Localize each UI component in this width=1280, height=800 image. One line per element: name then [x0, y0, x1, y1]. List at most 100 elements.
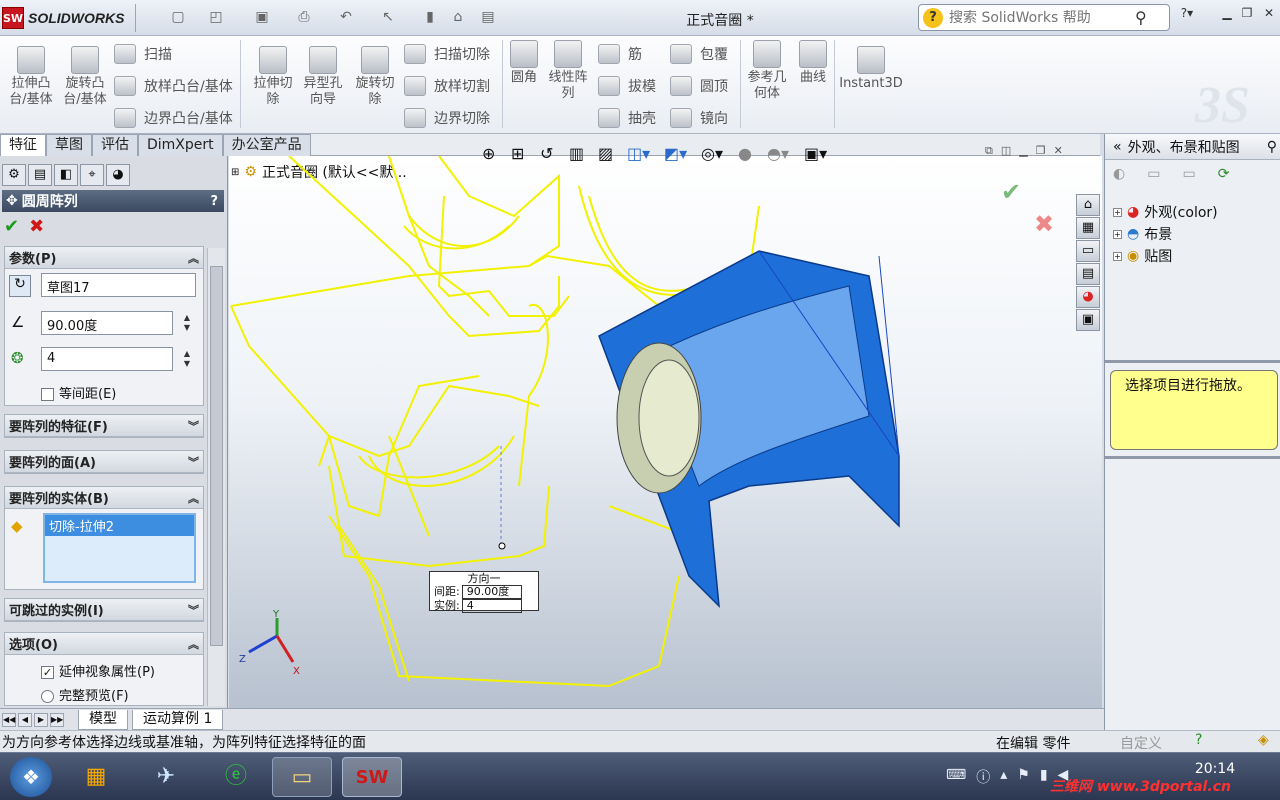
dimxpert-tab-icon[interactable]: ⌖ — [80, 164, 104, 186]
scroll-thumb[interactable] — [210, 266, 223, 646]
skip-header[interactable]: 可跳过的实例(I) ︾ — [5, 599, 203, 621]
file-properties-icon[interactable]: ⌂ — [450, 9, 466, 25]
panel-scrollbar[interactable] — [207, 248, 225, 706]
feature-tree-tab-icon[interactable]: ⚙ — [2, 164, 26, 186]
pm-help-button[interactable]: ? — [210, 194, 218, 209]
help-search[interactable]: ? ⚲ — [918, 4, 1170, 31]
draft-button[interactable]: 拔模 — [598, 72, 656, 100]
options-icon[interactable]: ▤ — [480, 9, 496, 25]
faces-header[interactable]: 要阵列的面(A) ︾ — [5, 451, 203, 473]
hole-wizard-button[interactable]: 异型孔向导 — [300, 46, 346, 108]
tag-icon[interactable]: ◈ — [1258, 732, 1269, 748]
add-folder-icon[interactable]: ▭ — [1182, 166, 1195, 182]
section-view-icon[interactable]: ▥ — [569, 144, 591, 166]
taskbar-office-icon[interactable]: ▦ — [66, 757, 126, 797]
graphics-area[interactable]: ⊞ ⚙ 正式音圈 (默认<<默... ✔ ✖ Y Z X 方向一 间距: 90.… — [229, 156, 1102, 708]
angle-input[interactable]: 90.00度 — [41, 311, 173, 335]
curves-button[interactable]: 曲线 — [796, 40, 830, 86]
tab-motion-study[interactable]: 运动算例 1 — [132, 709, 224, 730]
angle-spinner[interactable]: ▲ ▼ — [180, 313, 194, 333]
zoom-area-icon[interactable]: ⊞ — [511, 144, 533, 166]
shell-button[interactable]: 抽壳 — [598, 104, 656, 132]
tab-dimxpert[interactable]: DimXpert — [138, 134, 223, 156]
config-manager-tab-icon[interactable]: ◧ — [54, 164, 78, 186]
fillet-button[interactable]: 圆角 — [508, 40, 540, 86]
new-icon[interactable]: ▢ — [170, 9, 186, 25]
pattern-callout[interactable]: 方向一 间距: 90.00度 实例: 4 — [429, 571, 539, 613]
cancel-x-icon[interactable]: ✖ — [29, 216, 44, 237]
ok-check-icon[interactable]: ✔ — [4, 216, 19, 237]
expand-icon[interactable]: + — [1113, 229, 1122, 239]
keyboard-icon[interactable]: ⌨ — [946, 767, 966, 787]
help-menu-icon[interactable]: ?▾ — [1178, 6, 1196, 22]
tile-icon[interactable]: ⧉ — [985, 144, 993, 158]
restore-icon[interactable]: ❐ — [1036, 144, 1046, 158]
search-icon[interactable]: ⚲ — [1135, 8, 1147, 27]
confirm-cancel-icon[interactable]: ✖ — [1034, 210, 1054, 238]
dynamic-annotation-icon[interactable]: ▨ — [598, 144, 620, 166]
help-icon[interactable]: ⓘ — [976, 767, 990, 787]
apply-scene-icon[interactable]: ◓▾ — [767, 144, 797, 166]
first-tab-icon[interactable]: ◀◀ — [2, 712, 16, 727]
flag-icon[interactable]: ⚑ — [1017, 767, 1030, 787]
revolve-boss-button[interactable]: 旋转凸台/基体 — [60, 46, 110, 108]
help-icon[interactable]: ? — [1195, 732, 1202, 748]
back-icon[interactable]: ◐ — [1113, 166, 1125, 182]
next-tab-icon[interactable]: ▶ — [34, 712, 48, 727]
property-manager-tab-icon[interactable]: ▤ — [28, 164, 52, 186]
linear-pattern-button[interactable]: 线性阵列 — [544, 40, 592, 102]
options-header[interactable]: 选项(O) ︽ — [5, 633, 203, 655]
taskbar-explorer-icon[interactable]: ▭ — [272, 757, 332, 797]
custom-units[interactable]: 自定义 — [1120, 733, 1162, 753]
tray-expand-icon[interactable]: ▴ — [1000, 767, 1007, 787]
splitter[interactable] — [1105, 360, 1280, 363]
view-orientation-icon[interactable]: ◫▾ — [627, 144, 657, 166]
tab-features[interactable]: 特征 — [0, 134, 46, 156]
restore-icon[interactable]: ❐ — [1238, 6, 1256, 22]
boundary-boss-button[interactable]: 边界凸台/基体 — [114, 104, 233, 132]
handle-point[interactable] — [498, 542, 506, 550]
view-palette-icon[interactable]: ▤ — [1076, 263, 1100, 285]
view-settings-icon[interactable]: ▣▾ — [804, 144, 834, 166]
tab-office-products[interactable]: 办公室产品 — [222, 134, 311, 156]
close-icon[interactable]: ✕ — [1054, 144, 1063, 158]
pin-icon[interactable]: ⚲ — [1267, 139, 1277, 155]
minimize-icon[interactable]: ▁ — [1019, 144, 1027, 158]
home-icon[interactable]: ⌂ — [1076, 194, 1100, 216]
hide-show-icon[interactable]: ◎▾ — [701, 144, 731, 166]
zoom-to-fit-icon[interactable]: ⊕ — [482, 144, 504, 166]
display-style-icon[interactable]: ◩▾ — [664, 144, 694, 166]
clock[interactable]: 20:14 — [1190, 761, 1240, 777]
tab-sketch[interactable]: 草图 — [46, 134, 92, 156]
extrude-boss-button[interactable]: 拉伸凸台/基体 — [6, 46, 56, 108]
folder-icon[interactable]: ▭ — [1147, 166, 1160, 182]
equal-spacing-checkbox[interactable]: 等间距(E) — [41, 383, 116, 402]
loft-button[interactable]: 放样凸台/基体 — [114, 72, 233, 100]
extrude-cut-button[interactable]: 拉伸切除 — [248, 46, 298, 108]
refresh-icon[interactable]: ⟳ — [1218, 166, 1230, 182]
close-icon[interactable]: ✕ — [1260, 6, 1278, 22]
custom-properties-icon[interactable]: ▣ — [1076, 309, 1100, 331]
instances-spinner[interactable]: ▲ ▼ — [180, 349, 194, 369]
tree-item-appearance[interactable]: + ◕ 外观(color) — [1113, 202, 1218, 222]
wrap-button[interactable]: 包覆 — [670, 40, 728, 68]
splitter[interactable] — [1105, 456, 1280, 459]
full-preview-radio[interactable]: 完整预览(F) — [41, 685, 129, 704]
tab-evaluate[interactable]: 评估 — [92, 134, 138, 156]
instances-input[interactable]: 4 — [41, 347, 173, 371]
lofted-cut-button[interactable]: 放样切割 — [404, 72, 490, 100]
cascade-icon[interactable]: ◫ — [1001, 144, 1011, 158]
search-input[interactable] — [949, 9, 1129, 26]
select-icon[interactable]: ↖ — [380, 9, 396, 25]
dome-button[interactable]: 圆顶 — [670, 72, 728, 100]
features-header[interactable]: 要阵列的特征(F) ︾ — [5, 415, 203, 437]
axis-direction-icon[interactable]: ↻ — [9, 275, 31, 297]
bodies-list[interactable]: 切除-拉伸2 — [43, 513, 196, 583]
confirm-ok-icon[interactable]: ✔ — [1001, 178, 1021, 206]
last-tab-icon[interactable]: ▶▶ — [50, 712, 64, 727]
save-icon[interactable]: ▣ — [254, 9, 270, 25]
design-library-icon[interactable]: ▦ — [1076, 217, 1100, 239]
swept-cut-button[interactable]: 扫描切除 — [404, 40, 490, 68]
print-icon[interactable]: ⎙ — [296, 9, 312, 25]
tab-model[interactable]: 模型 — [78, 709, 128, 730]
